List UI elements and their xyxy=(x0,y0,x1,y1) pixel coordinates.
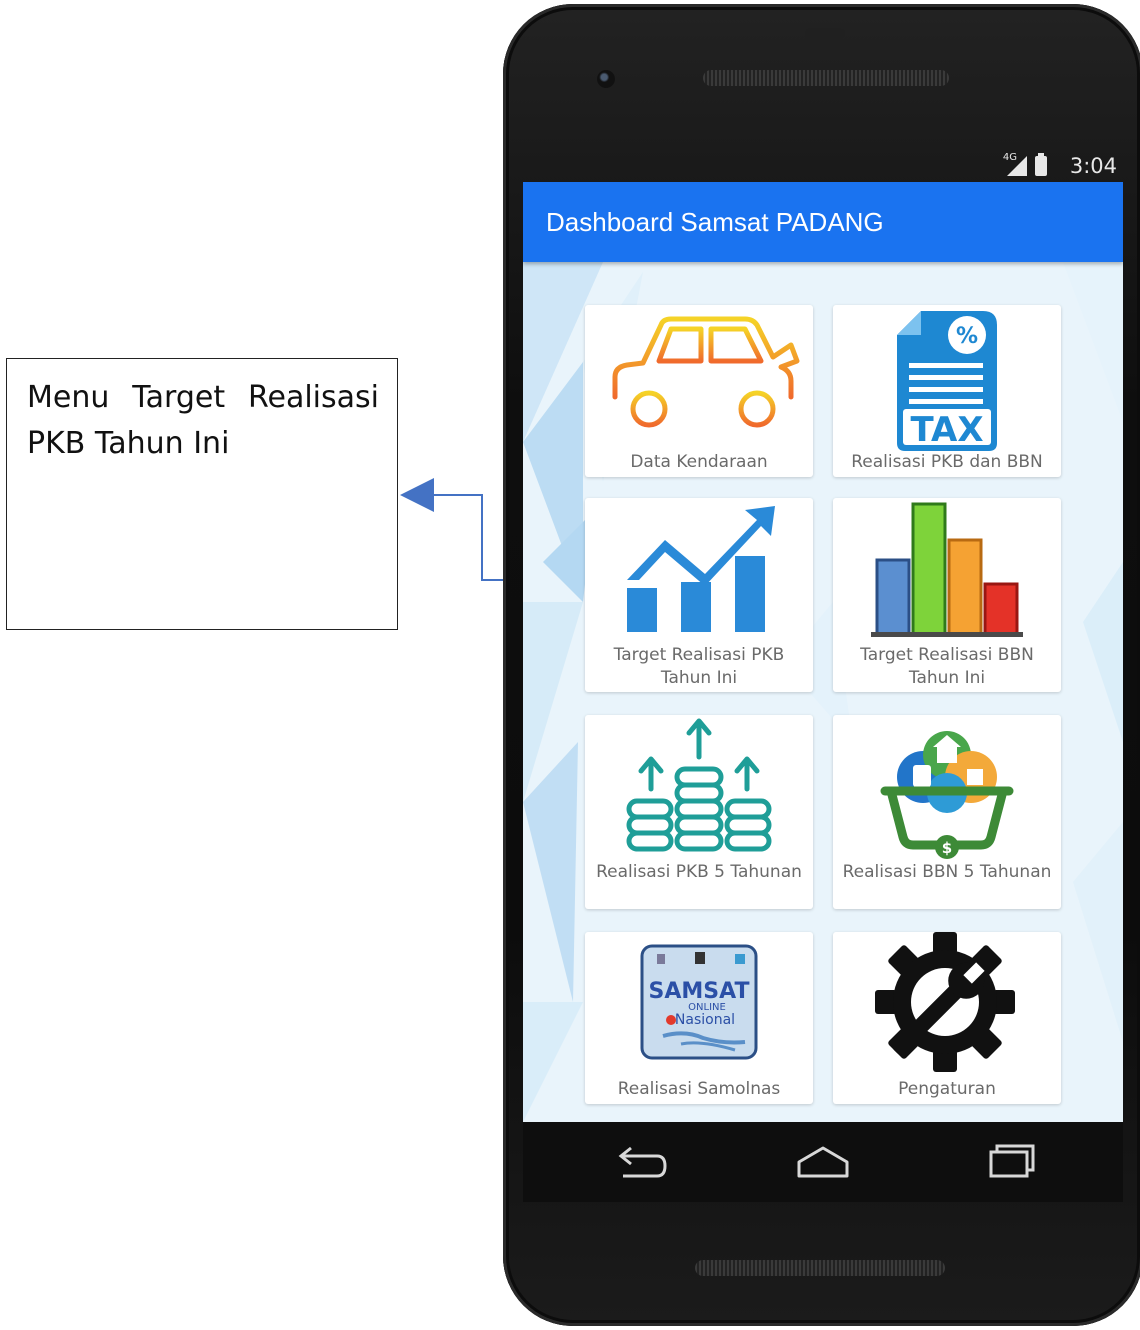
menu-tile-realisasi-pkb-5-tahunan[interactable]: Realisasi PKB 5 Tahunan xyxy=(585,715,813,909)
bar-chart-icon xyxy=(871,502,1023,637)
tile-label: Target Realisasi BBN Tahun Ini xyxy=(860,645,1034,688)
menu-tile-realisasi-samolnas[interactable]: SAMSAT ONLINE Nasional Realisasi Samolna… xyxy=(585,932,813,1104)
earpiece xyxy=(805,28,845,40)
battery-icon xyxy=(1035,153,1047,176)
front-camera xyxy=(597,70,615,88)
annotation-callout: Menu Target Realisasi PKB Tahun Ini xyxy=(6,358,398,630)
tile-label: Target Realisasi PKB Tahun Ini xyxy=(613,645,785,688)
svg-text:TAX: TAX xyxy=(910,410,983,450)
tile-label: Pengaturan xyxy=(898,1079,996,1099)
tax-document-icon: % TAX xyxy=(897,311,997,451)
bottom-speaker xyxy=(695,1260,945,1276)
status-bar: 4G 3:04 xyxy=(523,152,1123,184)
tile-label: Realisasi PKB dan BBN xyxy=(851,452,1043,472)
car-icon xyxy=(612,316,800,428)
annotation-text: Menu Target Realisasi PKB Tahun Ini xyxy=(27,380,379,461)
phone-frame: 4G 3:04 Dashboard Samsat PADANG Data Ken… xyxy=(503,4,1140,1326)
menu-tile-pengaturan[interactable]: Pengaturan xyxy=(833,932,1061,1104)
recents-icon[interactable] xyxy=(979,1140,1039,1184)
tile-label: Realisasi BBN 5 Tahunan xyxy=(842,862,1052,882)
app-screen: Dashboard Samsat PADANG Data Kendaraan %… xyxy=(523,182,1123,1122)
tile-label: Realisasi Samolnas xyxy=(617,1079,781,1099)
samsat-logo-nasional: Nasional xyxy=(675,1012,735,1028)
svg-text:$: $ xyxy=(942,839,952,857)
menu-tile-data-kendaraan[interactable]: Data Kendaraan xyxy=(585,305,813,477)
top-speaker xyxy=(703,70,949,86)
home-icon[interactable] xyxy=(793,1140,853,1184)
menu-tile-realisasi-bbn-5-tahunan[interactable]: $ Realisasi BBN 5 Tahunan xyxy=(833,715,1061,909)
tile-label: Data Kendaraan xyxy=(630,452,768,472)
signal-icon xyxy=(1007,156,1027,176)
growth-chart-icon xyxy=(627,506,775,632)
menu-tile-target-realisasi-bbn[interactable]: Target Realisasi BBN Tahun Ini xyxy=(833,498,1061,692)
samsat-logo-text: SAMSAT xyxy=(649,979,750,1004)
coin-stacks-up-icon xyxy=(626,718,772,852)
back-icon[interactable] xyxy=(611,1140,671,1184)
samsat-logo-icon: SAMSAT ONLINE Nasional xyxy=(640,944,758,1060)
status-time: 3:04 xyxy=(1069,154,1117,178)
app-bar: Dashboard Samsat PADANG xyxy=(523,182,1123,262)
app-title: Dashboard Samsat PADANG xyxy=(546,207,884,237)
basket-icon: $ xyxy=(880,731,1014,859)
menu-tile-realisasi-pkb-bbn[interactable]: % TAX Realisasi PKB dan BBN xyxy=(833,305,1061,477)
tile-label: Realisasi PKB 5 Tahunan xyxy=(596,862,802,882)
svg-text:%: % xyxy=(956,324,978,349)
menu-tile-target-realisasi-pkb[interactable]: Target Realisasi PKB Tahun Ini xyxy=(585,498,813,692)
navigation-bar xyxy=(523,1122,1123,1202)
gear-wrench-icon xyxy=(875,932,1015,1072)
